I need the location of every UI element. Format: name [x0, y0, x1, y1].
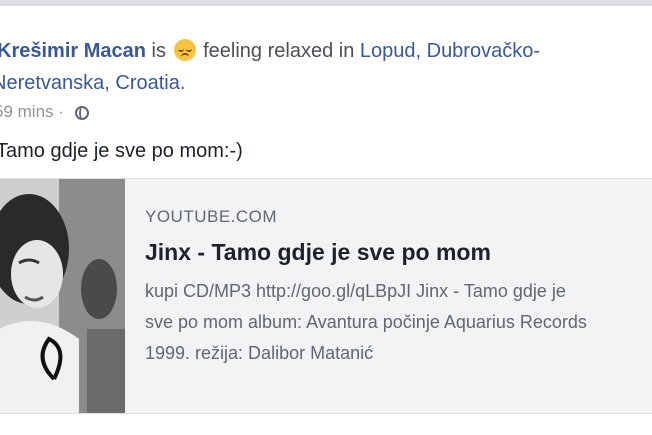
post-text: Tamo gdje je sve po mom:-)	[0, 140, 243, 162]
relieved-face-emoji-icon	[173, 39, 196, 61]
thumbnail-image	[0, 179, 125, 413]
timestamp[interactable]: 59 mins ·	[0, 102, 69, 121]
link-preview-card[interactable]: YOUTUBE.COM Jinx - Tamo gdje je sve po m…	[0, 178, 652, 414]
description-line-1: kupi CD/MP3 http://goo.gl/qLBpJI Jinx - …	[145, 281, 566, 301]
link-description: kupi CD/MP3 http://goo.gl/qLBpJI Jinx - …	[145, 276, 587, 369]
feeling-text: feeling relaxed in	[203, 40, 355, 62]
location-link[interactable]: Lopud, Dubrovačko-	[360, 40, 540, 62]
feed-post: Krešimir Macan is feeling relaxed in Lop…	[0, 6, 652, 435]
post-header: Krešimir Macan is feeling relaxed in Lop…	[0, 39, 540, 63]
location-link-continued[interactable]: Neretvanska, Croatia.	[0, 72, 185, 94]
post-header-continued: Neretvanska, Croatia.	[0, 72, 185, 95]
globe-icon[interactable]	[74, 106, 89, 120]
is-text: is	[151, 40, 166, 62]
author-link[interactable]: Krešimir Macan	[0, 40, 146, 62]
link-info: YOUTUBE.COM Jinx - Tamo gdje je sve po m…	[145, 207, 587, 369]
description-line-3: 1999. režija: Dalibor Matanić	[145, 343, 374, 363]
post-meta: 59 mins ·	[0, 102, 89, 122]
link-domain: YOUTUBE.COM	[145, 207, 278, 226]
link-title[interactable]: Jinx - Tamo gdje je sve po mom	[145, 239, 587, 266]
video-thumbnail[interactable]	[0, 179, 125, 413]
description-line-2: sve po mom album: Avantura počinje Aquar…	[145, 312, 587, 332]
